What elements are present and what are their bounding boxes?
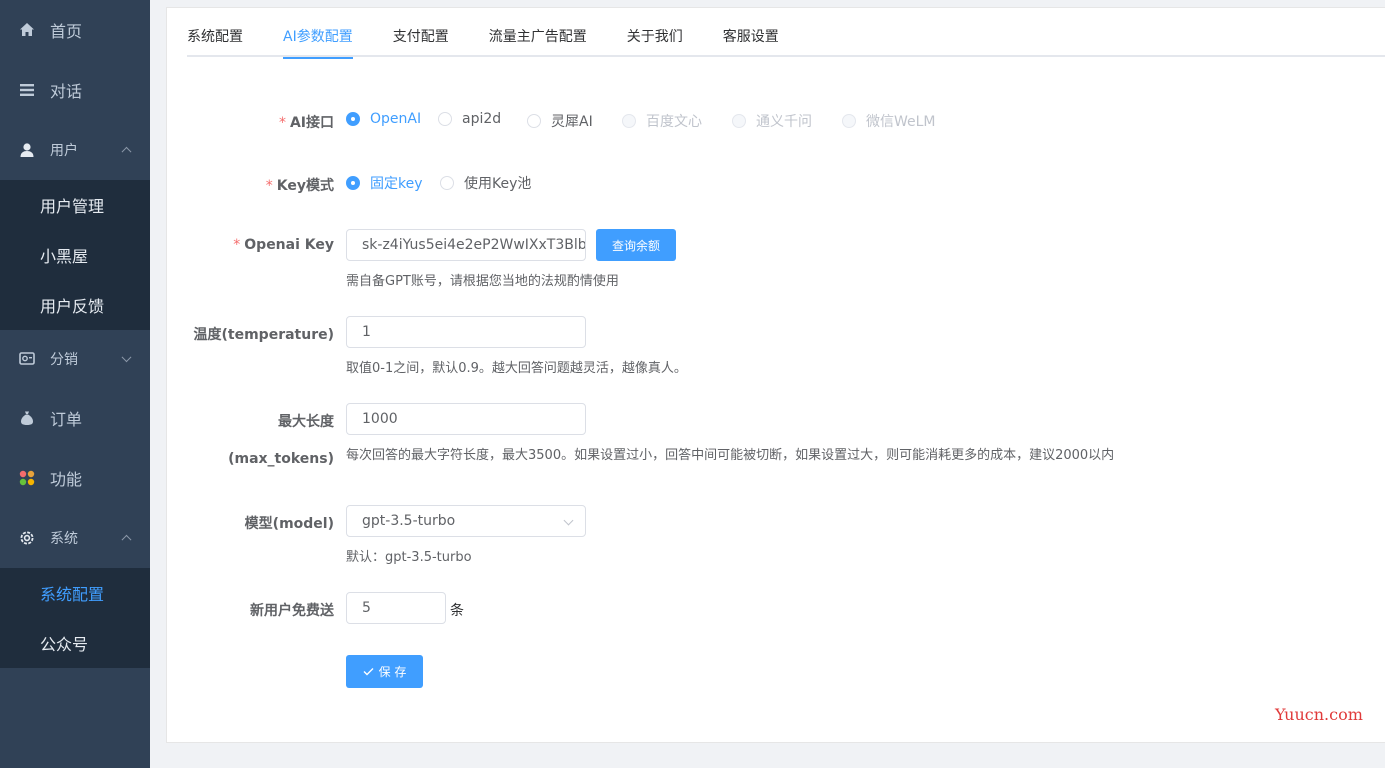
sidebar-item-system[interactable]: 系统 xyxy=(0,508,150,568)
sidebar-item-label: 功能 xyxy=(50,470,83,489)
radio-circle xyxy=(440,176,454,190)
model-help: 默认：gpt-3.5-turbo xyxy=(346,550,472,565)
user-icon xyxy=(18,141,36,159)
radio-circle xyxy=(622,114,636,128)
sidebar-item-blacklist[interactable]: 小黑屋 xyxy=(0,230,150,280)
ai-api-label: * AI接口 xyxy=(278,115,334,131)
openai-key-help: 需自备GPT账号，请根据您当地的法规酌情使用 xyxy=(346,274,619,289)
radio-circle xyxy=(346,176,360,190)
tab-system-config[interactable]: 系统配置 xyxy=(187,8,243,57)
radio-label: 使用Key池 xyxy=(464,176,532,192)
chevron-up-icon xyxy=(121,534,132,545)
key-mode-label: * Key模式 xyxy=(265,178,334,194)
save-button[interactable]: 保 存 xyxy=(346,655,423,688)
tab-about[interactable]: 关于我们 xyxy=(627,8,683,57)
free-messages-input[interactable]: 5 xyxy=(346,592,446,624)
radio-circle xyxy=(438,112,452,126)
radio-label: 固定key xyxy=(370,176,423,192)
radio-circle xyxy=(732,114,746,128)
free-messages-unit: 条 xyxy=(450,603,464,619)
openai-key-label: * Openai Key xyxy=(233,237,334,253)
radio-baidu: 百度文心 xyxy=(622,111,702,131)
list-icon xyxy=(18,81,36,99)
chevron-up-icon xyxy=(121,146,132,157)
tab-ads[interactable]: 流量主广告配置 xyxy=(489,8,587,57)
check-icon xyxy=(363,668,374,676)
radio-label: 通义千问 xyxy=(756,114,812,130)
radio-label: api2d xyxy=(462,111,502,127)
radio-openai[interactable]: OpenAI xyxy=(346,111,421,127)
sidebar-item-orders[interactable]: 订单 xyxy=(0,388,150,448)
check-balance-button[interactable]: 查询余额 xyxy=(596,229,676,261)
max-tokens-label: 最大长度 xyxy=(278,414,334,430)
max-tokens-label-2: (max_tokens) xyxy=(228,451,334,467)
radio-circle xyxy=(346,112,360,126)
sidebar-item-user[interactable]: 用户 xyxy=(0,120,150,180)
tab-customer-service[interactable]: 客服设置 xyxy=(723,8,779,57)
distribution-icon xyxy=(18,350,36,368)
radio-circle xyxy=(527,114,541,128)
radio-key-pool[interactable]: 使用Key池 xyxy=(440,173,531,193)
radio-label: 微信WeLM xyxy=(866,114,936,130)
money-bag-icon xyxy=(18,409,36,427)
sidebar-item-label: 首页 xyxy=(50,22,83,41)
gear-icon xyxy=(18,529,36,547)
max-tokens-input[interactable]: 1000 xyxy=(346,403,586,435)
sidebar-item-official-account[interactable]: 公众号 xyxy=(0,618,150,668)
submenu-user: 用户管理 小黑屋 用户反馈 xyxy=(0,180,150,330)
radio-label: 百度文心 xyxy=(646,114,702,130)
temperature-input[interactable]: 1 xyxy=(346,316,586,348)
tab-ai-params[interactable]: AI参数配置 xyxy=(283,8,353,59)
max-tokens-help: 每次回答的最大字符长度，最大3500。如果设置过小，回答中间可能被切断，如果设置… xyxy=(346,448,1115,463)
openai-key-input[interactable]: sk-z4iYus5ei4e2eP2WwIXxT3Blbkl xyxy=(346,229,586,261)
sidebar: 首页 对话 用户 用户管理 小黑屋 用户反馈 分销 订单 功能 系统 系统配置 … xyxy=(0,0,150,768)
radio-circle xyxy=(842,114,856,128)
chevron-down-icon xyxy=(563,515,574,526)
apps-icon xyxy=(18,469,36,487)
radio-fixed-key[interactable]: 固定key xyxy=(346,173,423,193)
model-select-value: gpt-3.5-turbo xyxy=(362,513,456,529)
temperature-help: 取值0-1之间，默认0.9。越大回答问题越灵活，越像真人。 xyxy=(346,361,687,376)
sidebar-item-label: 订单 xyxy=(50,410,83,429)
radio-tongyi: 通义千问 xyxy=(732,111,812,131)
home-icon xyxy=(18,21,36,39)
tab-bar: 系统配置 AI参数配置 支付配置 流量主广告配置 关于我们 客服设置 xyxy=(187,8,1385,59)
model-label: 模型(model) xyxy=(244,516,334,532)
sidebar-item-label: 对话 xyxy=(50,82,83,101)
sidebar-item-label: 用户 xyxy=(50,143,78,159)
sidebar-item-features[interactable]: 功能 xyxy=(0,448,150,508)
sidebar-item-label: 分销 xyxy=(50,352,78,368)
tab-payment[interactable]: 支付配置 xyxy=(393,8,449,57)
radio-welm: 微信WeLM xyxy=(842,111,936,131)
free-messages-label: 新用户免费送 xyxy=(250,603,334,619)
chevron-down-icon xyxy=(121,352,132,363)
sidebar-item-feedback[interactable]: 用户反馈 xyxy=(0,280,150,330)
radio-api2d[interactable]: api2d xyxy=(438,111,501,127)
radio-lingxi[interactable]: 灵犀AI xyxy=(527,111,593,131)
submenu-system: 系统配置 公众号 xyxy=(0,568,150,668)
sidebar-item-label: 系统 xyxy=(50,531,78,547)
sidebar-item-system-config[interactable]: 系统配置 xyxy=(0,568,150,618)
radio-label: 灵犀AI xyxy=(551,114,593,130)
sidebar-item-user-management[interactable]: 用户管理 xyxy=(0,180,150,230)
sidebar-item-distribution[interactable]: 分销 xyxy=(0,330,150,388)
watermark: Yuucn.com xyxy=(1275,705,1363,724)
radio-label: OpenAI xyxy=(370,111,422,127)
temperature-label: 温度(temperature) xyxy=(193,327,335,343)
sidebar-item-chat[interactable]: 对话 xyxy=(0,60,150,120)
model-select[interactable]: gpt-3.5-turbo xyxy=(346,505,586,537)
sidebar-item-home[interactable]: 首页 xyxy=(0,0,150,60)
save-button-label: 保 存 xyxy=(378,665,407,679)
